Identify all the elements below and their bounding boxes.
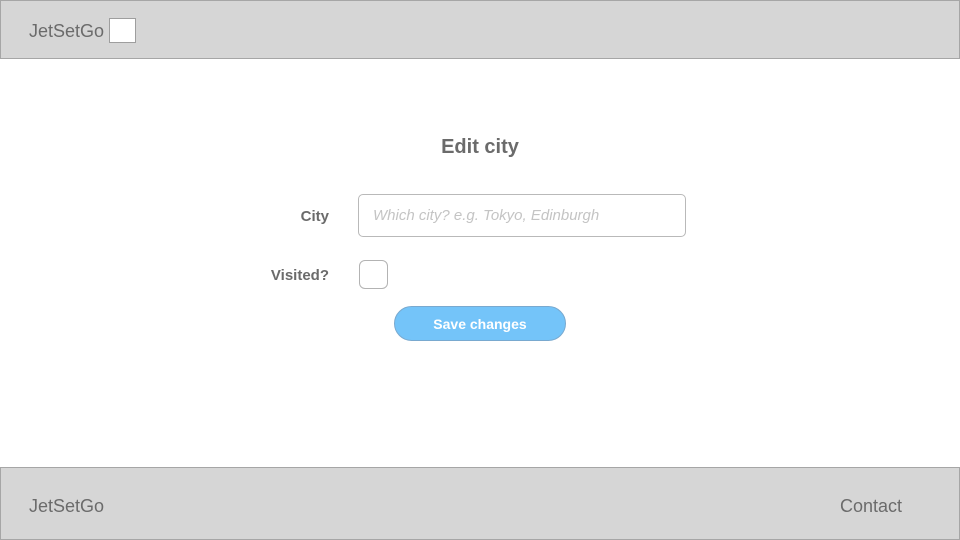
footer-bar: JetSetGo Contact: [0, 467, 960, 540]
city-label: City: [300, 208, 329, 225]
page: JetSetGo Edit city City Visited? Save ch…: [0, 0, 960, 540]
brand-name[interactable]: JetSetGo: [29, 20, 104, 42]
save-changes-button[interactable]: Save changes: [394, 306, 566, 341]
city-input[interactable]: [358, 194, 686, 237]
top-nav-bar: JetSetGo: [0, 0, 960, 59]
footer-brand-name: JetSetGo: [29, 496, 105, 516]
visited-checkbox[interactable]: [359, 260, 388, 289]
contact-link[interactable]: Contact: [840, 495, 902, 517]
visited-label: Visited?: [270, 267, 329, 284]
logo-placeholder-icon[interactable]: [109, 18, 136, 43]
page-title: Edit city: [441, 136, 519, 158]
